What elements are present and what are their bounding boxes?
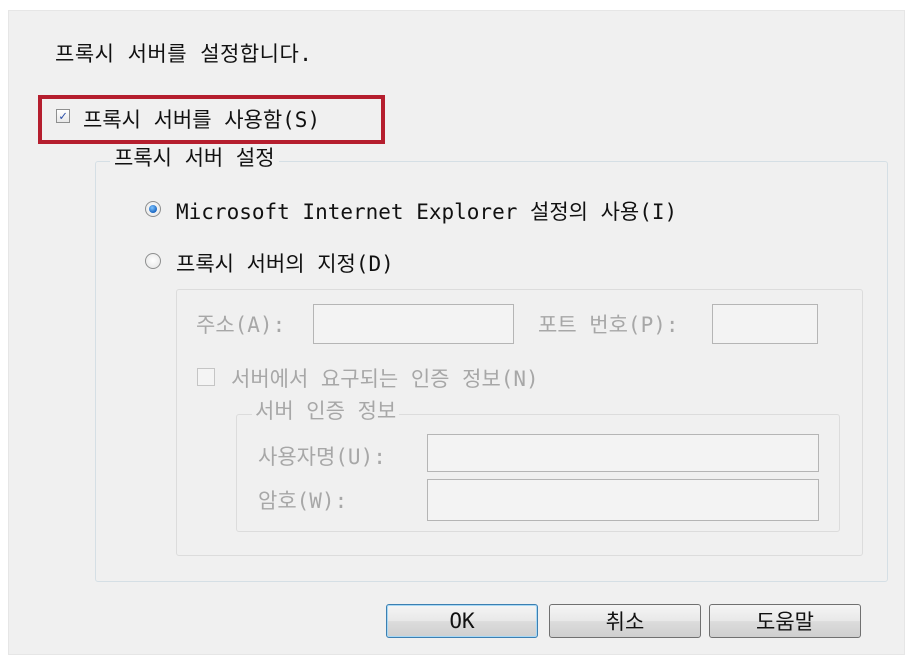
specify-proxy-radio[interactable] — [145, 253, 161, 269]
username-label: 사용자명(U): — [258, 445, 386, 469]
intro-text: 프록시 서버를 설정합니다. — [55, 42, 313, 66]
address-label: 주소(A): — [196, 313, 286, 337]
auth-required-checkbox[interactable] — [197, 368, 215, 386]
use-ie-settings-label[interactable]: Microsoft Internet Explorer 설정의 사용(I) — [176, 196, 677, 226]
proxy-settings-group-title: 프록시 서버 설정 — [110, 146, 279, 170]
auth-required-label[interactable]: 서버에서 요구되는 인증 정보(N) — [231, 363, 539, 393]
enable-proxy-label[interactable]: 프록시 서버를 사용함(S) — [83, 104, 320, 134]
radio-selected-dot-icon — [149, 205, 157, 213]
enable-proxy-checkbox[interactable]: ✓ — [56, 109, 70, 123]
ok-button[interactable]: OK — [386, 604, 538, 638]
specify-proxy-label[interactable]: 프록시 서버의 지정(D) — [176, 248, 394, 278]
cancel-button[interactable]: 취소 — [549, 604, 701, 638]
checkmark-icon: ✓ — [59, 108, 67, 124]
address-input[interactable] — [313, 304, 514, 344]
port-label: 포트 번호(P): — [538, 313, 679, 337]
password-label: 암호(W): — [258, 489, 348, 513]
use-ie-settings-radio[interactable] — [145, 201, 161, 217]
password-input[interactable] — [427, 479, 819, 521]
port-input[interactable] — [712, 304, 818, 344]
username-input[interactable] — [427, 434, 819, 472]
server-auth-group-title: 서버 인증 정보 — [252, 399, 400, 423]
help-button[interactable]: 도움말 — [709, 604, 861, 638]
